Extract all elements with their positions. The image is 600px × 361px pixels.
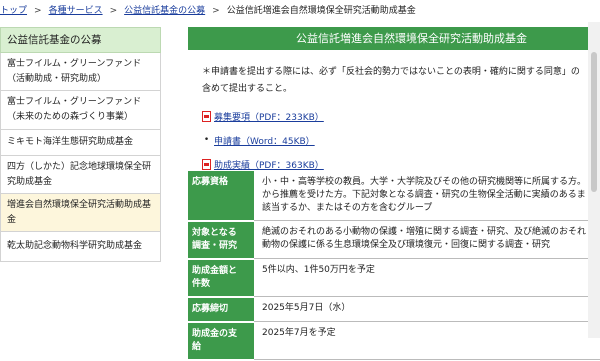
table-row: 助成金額と 件数 5件以内、1件50万円を予定 xyxy=(188,258,600,298)
row-header: 応募資格 xyxy=(188,171,254,222)
sidebar: 公益信託基金の公募 富士フイルム・グリーンファンド （活動助成・研究助成） 富士フ… xyxy=(0,27,161,262)
row-header: 応募締切 xyxy=(188,296,254,323)
sidebar-item-label: 究助成基金 xyxy=(7,176,53,187)
notice-line: ＊申請書を提出する際には、必ず「反社会的勢力ではないことの表明・確約に関する同意… xyxy=(202,67,580,77)
page-title: 公益信託増進会自然環境保全研究活動助成基金 xyxy=(188,27,600,50)
sidebar-item-label: 富士フイルム・グリーンファンド xyxy=(7,97,142,107)
list-item: • 申請書（Word：45KB） xyxy=(202,128,600,152)
pdf-icon xyxy=(202,158,211,170)
guidelines-pdf-link[interactable]: 募集要項（PDF：233KB） xyxy=(214,110,324,123)
row-header: 助成金額と 件数 xyxy=(188,258,254,298)
row-header: 助成金の支給 xyxy=(188,321,254,361)
breadcrumb-services-link[interactable]: 各種サービス xyxy=(49,6,103,16)
notice-text: ＊申請書を提出する際には、必ず「反社会的勢力ではないことの表明・確約に関する同意… xyxy=(202,64,592,98)
document-list: 募集要項（PDF：233KB） • 申請書（Word：45KB） 助成実績（PD… xyxy=(202,104,600,176)
sidebar-item-fujifilm-activity[interactable]: 富士フイルム・グリーンファンド （活動助成・研究助成） xyxy=(0,53,161,91)
bullet-icon: • xyxy=(203,135,210,145)
sidebar-item-label: 富士フイルム・グリーンファンド xyxy=(7,58,142,69)
breadcrumb-public-trust-link[interactable]: 公益信託基金の公募 xyxy=(124,6,205,16)
sidebar-item-label: 四方（しかた）記念地球環境保全研 xyxy=(7,161,152,172)
breadcrumb-top-link[interactable]: トップ xyxy=(0,6,27,16)
sidebar-item-label: 増進会自然環境保全研究活動助成基 xyxy=(7,199,152,210)
list-item: 募集要項（PDF：233KB） xyxy=(202,104,600,128)
scrollbar[interactable] xyxy=(588,22,600,338)
sidebar-item-label: 乾太助記念動物科学研究助成基金 xyxy=(7,241,143,251)
info-table: 応募資格 小・中・高等学校の教員。大学・大学院及びその他の研究機関等に所属する方… xyxy=(188,171,600,361)
breadcrumb-current: 公益信託増進会自然環境保全研究活動助成基金 xyxy=(226,6,416,16)
row-value: 2025年5月7日（水） xyxy=(254,296,600,322)
breadcrumb: トップ > 各種サービス > 公益信託基金の公募 > 公益信託増進会自然環境保全研究活動助成… xyxy=(0,0,600,22)
sidebar-item-inui[interactable]: 乾太助記念動物科学研究助成基金 xyxy=(0,232,161,262)
table-row: 応募締切 2025年5月7日（水） xyxy=(188,296,600,323)
sidebar-item-fujifilm-forest[interactable]: 富士フイルム・グリーンファンド （未来のための森づくり事業） xyxy=(0,91,161,130)
sidebar-item-zoshinkai[interactable]: 増進会自然環境保全研究活動助成基金 xyxy=(0,194,161,232)
sidebar-title: 公益信託基金の公募 xyxy=(0,27,161,53)
sidebar-item-shikata[interactable]: 四方（しかた）記念地球環境保全研 究助成基金 xyxy=(0,156,161,194)
breadcrumb-separator: > xyxy=(212,6,220,16)
row-value: 小・中・高等学校の教員。大学・大学院及びその他の研究機関等に所属する方。 から推薦… xyxy=(254,171,600,221)
sidebar-item-label: （未来のための森づくり事業） xyxy=(7,112,134,122)
main-content: 公益信託増進会自然環境保全研究活動助成基金 ＊申請書を提出する際には、必ず「反社… xyxy=(188,27,600,176)
sidebar-item-label: （活動助成・研究助成） xyxy=(7,73,107,84)
grant-results-pdf-link[interactable]: 助成実績（PDF：363KB） xyxy=(214,158,324,171)
breadcrumb-separator: > xyxy=(34,6,42,16)
row-value: 5件以内、1件50万円を予定 xyxy=(254,258,600,297)
scrollbar-thumb[interactable] xyxy=(591,52,597,192)
table-row: 対象となる 調査・研究 絶滅のおそれのある小動物の保護・増殖に関する調査・研究、及… xyxy=(188,220,600,260)
table-row: 助成金の支給 2025年7月を予定 xyxy=(188,321,600,361)
row-value: 2025年7月を予定 xyxy=(254,321,600,360)
pdf-icon xyxy=(202,110,211,122)
table-row: 応募資格 小・中・高等学校の教員。大学・大学院及びその他の研究機関等に所属する方… xyxy=(188,171,600,222)
sidebar-item-label: 金 xyxy=(7,214,17,225)
application-form-link[interactable]: 申請書（Word：45KB） xyxy=(214,134,315,147)
row-header: 対象となる 調査・研究 xyxy=(188,220,254,260)
sidebar-item-label: ミキモト海洋生態研究助成基金 xyxy=(7,137,134,147)
sidebar-item-mikimoto[interactable]: ミキモト海洋生態研究助成基金 xyxy=(0,130,161,156)
row-value: 絶滅のおそれのある小動物の保護・増殖に関する調査・研究、及び絶滅のおそれ 動物の保… xyxy=(254,220,600,259)
notice-line: 含めて提出すること。 xyxy=(202,84,293,94)
breadcrumb-separator: > xyxy=(109,6,118,16)
